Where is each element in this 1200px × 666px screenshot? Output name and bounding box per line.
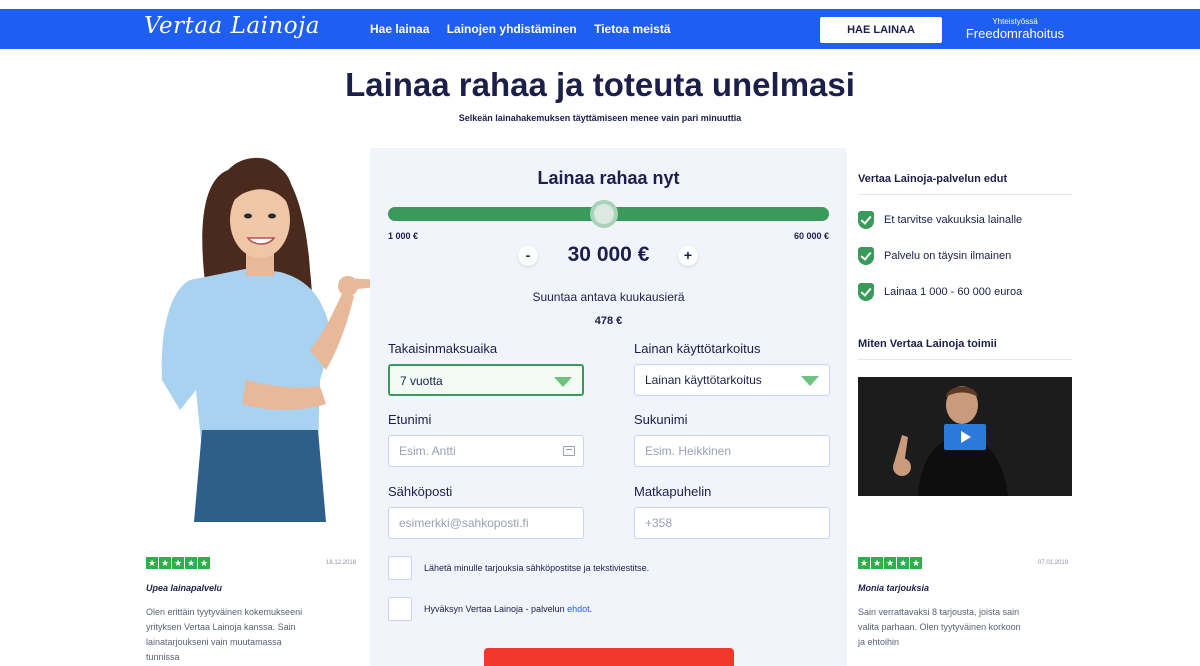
email-placeholder: esimerkki@sahkoposti.fi [399,516,529,530]
review-line: ja ehtoihin [858,637,900,647]
star-icon: ★ [172,557,184,569]
email-input[interactable]: esimerkki@sahkoposti.fi [388,507,584,539]
review-title: Upea lainapalvelu [146,583,223,593]
review-text: Olen erittäin tyytyväinen kokemukseeni y… [146,605,356,665]
first-name-placeholder: Esim. Antti [399,444,456,458]
page-subtitle: Selkeän lainahakemuksen täyttämiseen men… [458,113,742,123]
nav-link-consolidation[interactable]: Lainojen yhdistäminen [447,22,577,36]
terms-consent-label: Hyväksyn Vertaa Lainoja - palvelun ehdot… [424,604,592,614]
nav-link-apply[interactable]: Hae lainaa [370,22,429,36]
chevron-down-icon [801,376,819,386]
slider-max-label: 60 000 € [793,231,829,241]
star-icon: ★ [871,557,883,569]
page-title: Lainaa rahaa ja toteuta unelmasi [345,66,855,103]
contact-card-icon [563,446,575,456]
partner-caption: Yhteistyössä [992,17,1038,26]
benefits-heading: Vertaa Lainoja-palvelun edut [858,173,1008,185]
site-logo[interactable]: Vertaa Lainoja [144,13,320,39]
how-it-works-heading: Miten Vertaa Lainoja toimii [858,338,997,350]
partner-name: Freedomrahoitus [965,26,1065,41]
page: Vertaa Lainoja Hae lainaa Lainojen yhdis… [0,0,1200,666]
review-title: Monia tarjouksia [858,583,930,593]
loan-purpose-label: Lainan käyttötarkoitus [634,341,761,356]
rating-stars: ★ ★ ★ ★ ★ [858,557,923,569]
divider [858,194,1072,195]
shield-check-icon [858,283,874,301]
nav-link-about[interactable]: Tietoa meistä [594,22,670,36]
form-title: Lainaa rahaa nyt [537,168,680,188]
monthly-payment-label: Suuntaa antava kuukausierä [532,290,685,304]
email-label: Sähköposti [388,484,453,499]
shield-check-icon [858,247,874,265]
benefit-text: Palvelu on täysin ilmainen [884,250,1012,262]
last-name-placeholder: Esim. Heikkinen [645,444,732,458]
last-name-input[interactable]: Esim. Heikkinen [634,435,830,467]
star-icon: ★ [884,557,896,569]
terms-consent-checkbox[interactable] [388,597,412,621]
first-name-input[interactable]: Esim. Antti [388,435,584,467]
play-icon[interactable] [944,424,986,450]
main-nav: Hae lainaa Lainojen yhdistäminen Tietoa … [370,22,685,36]
repayment-period-value: 7 vuotta [400,374,443,388]
star-icon: ★ [185,557,197,569]
top-navigation-bar: Vertaa Lainoja Hae lainaa Lainojen yhdis… [0,9,1200,49]
star-icon: ★ [146,557,158,569]
terms-consent-text: Hyväksyn Vertaa Lainoja - palvelun [424,604,568,614]
rating-stars: ★ ★ ★ ★ ★ [146,557,211,569]
benefit-text: Et tarvitse vakuuksia lainalle [884,214,1023,226]
last-name-label: Sukunimi [634,412,688,427]
monthly-payment-value: 478 € [594,315,623,327]
first-name-label: Etunimi [388,412,432,427]
how-it-works-video[interactable] [858,377,1072,496]
review-line: yrityksen Vertaa Lainoja kanssa. Sain [146,622,296,632]
marketing-consent-label: Lähetä minulle tarjouksia sähköpostitse … [424,563,650,573]
apply-loan-button[interactable]: HAE LAINAA [820,17,942,43]
loan-application-form: Lainaa rahaa nyt 1 000 € 60 000 € - 30 0… [370,148,847,666]
chevron-down-icon [554,377,572,387]
loan-amount-slider-handle[interactable] [590,200,619,228]
review-line: Olen erittäin tyytyväinen kokemukseeni [146,607,303,617]
review-line: Sain verrattavaksi 8 tarjousta, joista s… [858,607,1020,617]
star-icon: ★ [910,557,922,569]
review-line: tunnissa [146,652,180,662]
slider-min-label: 1 000 € [388,231,419,241]
loan-purpose-value: Lainan käyttötarkoitus [645,373,762,387]
terms-consent-end: . [589,604,593,614]
loan-purpose-select[interactable]: Lainan käyttötarkoitus [634,364,830,396]
partner-badge: Yhteistyössä Freedomrahoitus [960,17,1070,41]
repayment-period-select[interactable]: 7 vuotta [388,364,584,396]
increase-amount-button[interactable]: + [678,246,698,266]
star-icon: ★ [858,557,870,569]
phone-input[interactable]: +358 [634,507,830,539]
review-date: 18.12.2018 [326,560,357,566]
review-line: lainatarjoukseni vain muutamassa [146,637,282,647]
phone-label: Matkapuhelin [634,484,712,499]
divider [858,359,1072,360]
terms-link[interactable]: ehdot [567,604,590,614]
woman-pointing-photo [161,157,386,522]
submit-application-button[interactable] [484,648,734,666]
star-icon: ★ [897,557,909,569]
star-icon: ★ [159,557,171,569]
phone-placeholder: +358 [645,516,673,530]
marketing-consent-checkbox[interactable] [388,556,412,580]
repayment-period-label: Takaisinmaksuaika [388,341,498,356]
shield-check-icon [858,211,874,229]
review-text: Sain verrattavaksi 8 tarjousta, joista s… [858,605,1072,650]
star-icon: ★ [198,557,210,569]
loan-amount-value: 30 000 € [567,243,650,266]
review-date: 07.01.2019 [1038,560,1069,566]
review-line: valita parhaan. Olen tyytyväinen korkoon [858,622,1021,632]
benefit-text: Lainaa 1 000 - 60 000 euroa [884,286,1023,298]
